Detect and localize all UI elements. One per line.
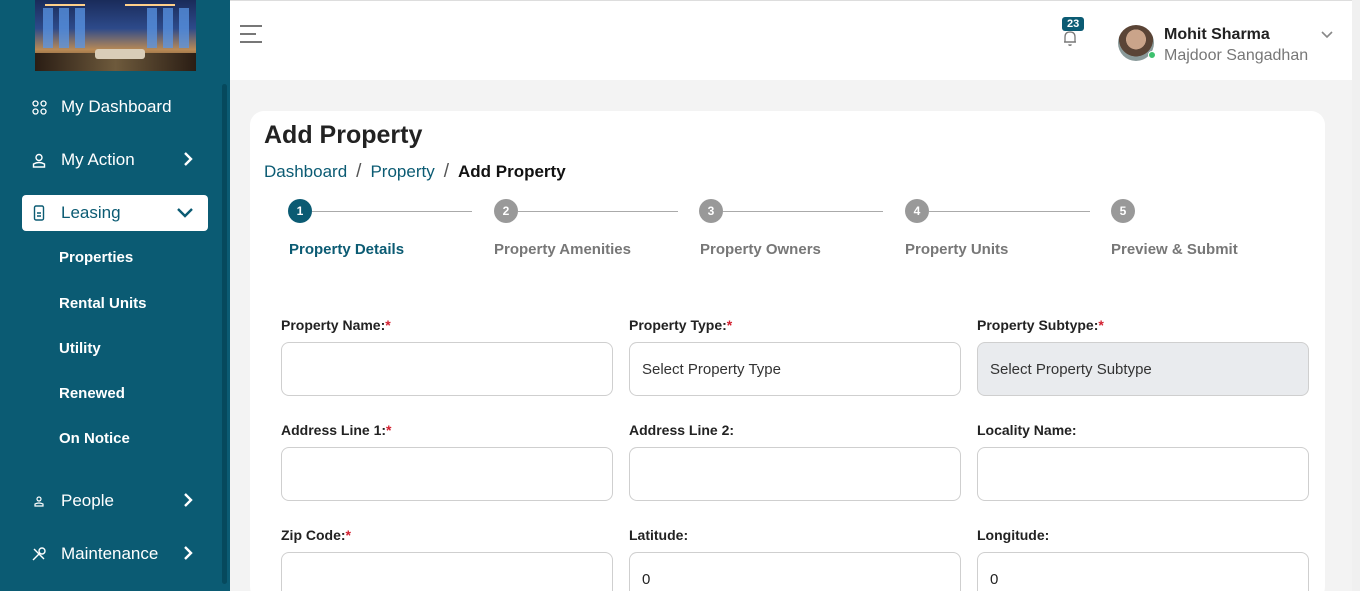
sidebar: My Dashboard My Action Leasing Propertie… (0, 0, 230, 591)
user-icon (30, 151, 48, 169)
top-header: 23 Mohit Sharma Majdoor Sangadhan (230, 0, 1360, 80)
step-connector (929, 211, 1090, 212)
notification-badge[interactable]: 23 (1062, 17, 1085, 31)
grid-icon (30, 98, 48, 116)
step-3-circle[interactable]: 3 (699, 199, 723, 223)
property-type-select[interactable] (629, 342, 961, 396)
user-name[interactable]: Mohit Sharma (1164, 26, 1270, 44)
menu-toggle-icon[interactable] (240, 25, 262, 49)
add-property-card: Add Property Dashboard / Property / Add … (250, 111, 1325, 591)
longitude-label: Longitude: (977, 527, 1050, 543)
step-5-circle[interactable]: 5 (1111, 199, 1135, 223)
breadcrumb-separator: / (443, 161, 449, 182)
zip-code-label: Zip Code:* (281, 527, 351, 543)
online-status-dot (1148, 51, 1156, 59)
sidebar-subitem-utility[interactable]: Utility (59, 340, 101, 357)
user-org: Majdoor Sangadhan (1164, 47, 1309, 64)
sidebar-subitem-rental-units[interactable]: Rental Units (59, 295, 147, 312)
locality-name-input[interactable] (977, 447, 1309, 501)
document-icon (30, 204, 48, 222)
chevron-right-icon (182, 544, 194, 567)
address-line-2-input[interactable] (629, 447, 961, 501)
property-type-label: Property Type:* (629, 317, 733, 333)
tools-icon (30, 545, 48, 563)
chevron-down-icon (176, 205, 194, 225)
chevron-right-icon (182, 491, 194, 514)
sidebar-item-label: Maintenance (61, 544, 159, 563)
step-4-label[interactable]: Property Units (905, 241, 1008, 258)
sidebar-item-label: My Action (61, 150, 135, 169)
step-connector (518, 211, 678, 212)
step-connector (312, 211, 472, 212)
people-icon (30, 492, 48, 510)
property-name-input[interactable] (281, 342, 613, 396)
breadcrumb-separator: / (356, 161, 362, 182)
step-2-label[interactable]: Property Amenities (494, 241, 631, 258)
latitude-label: Latitude: (629, 527, 689, 543)
property-subtype-select[interactable] (977, 342, 1309, 396)
step-2-circle[interactable]: 2 (494, 199, 518, 223)
page-title: Add Property (264, 121, 423, 149)
chevron-right-icon (182, 150, 194, 173)
step-5-label[interactable]: Preview & Submit (1111, 241, 1238, 258)
address-line-1-input[interactable] (281, 447, 613, 501)
chevron-down-icon[interactable] (1320, 28, 1334, 46)
address-line-2-label: Address Line 2: (629, 422, 735, 438)
logo[interactable] (35, 0, 196, 71)
address-line-1-label: Address Line 1:* (281, 422, 392, 438)
step-3-label[interactable]: Property Owners (700, 241, 821, 258)
step-4-circle[interactable]: 4 (905, 199, 929, 223)
step-1-label[interactable]: Property Details (289, 241, 404, 258)
longitude-input[interactable] (977, 552, 1309, 591)
sidebar-subitem-properties[interactable]: Properties (59, 249, 133, 266)
sidebar-item-people[interactable]: People (22, 483, 208, 519)
sidebar-subitem-on-notice[interactable]: On Notice (59, 430, 130, 447)
sidebar-item-my-dashboard[interactable]: My Dashboard (22, 89, 208, 125)
breadcrumb-dashboard[interactable]: Dashboard (264, 162, 347, 182)
sidebar-item-label: People (61, 491, 114, 510)
property-name-label: Property Name:* (281, 317, 391, 333)
page-scrollbar[interactable] (1352, 0, 1360, 591)
bell-icon[interactable] (1063, 29, 1077, 52)
step-1-circle[interactable]: 1 (288, 199, 312, 223)
property-subtype-label: Property Subtype:* (977, 317, 1104, 333)
breadcrumb-current: Add Property (457, 162, 566, 181)
zip-code-input[interactable] (281, 552, 613, 591)
sidebar-item-label: My Dashboard (61, 97, 172, 116)
sidebar-item-leasing[interactable]: Leasing (22, 195, 208, 231)
sidebar-subitem-renewed[interactable]: Renewed (59, 385, 125, 402)
breadcrumb-property[interactable]: Property (370, 162, 434, 182)
sidebar-scrollbar[interactable] (222, 84, 227, 584)
sidebar-item-label: Leasing (61, 203, 121, 222)
step-connector (723, 211, 883, 212)
locality-name-label: Locality Name: (977, 422, 1077, 438)
sidebar-item-my-action[interactable]: My Action (22, 142, 208, 178)
latitude-input[interactable] (629, 552, 961, 591)
sidebar-item-maintenance[interactable]: Maintenance (22, 536, 208, 572)
breadcrumb: Dashboard / Property / Add Property (264, 161, 566, 183)
